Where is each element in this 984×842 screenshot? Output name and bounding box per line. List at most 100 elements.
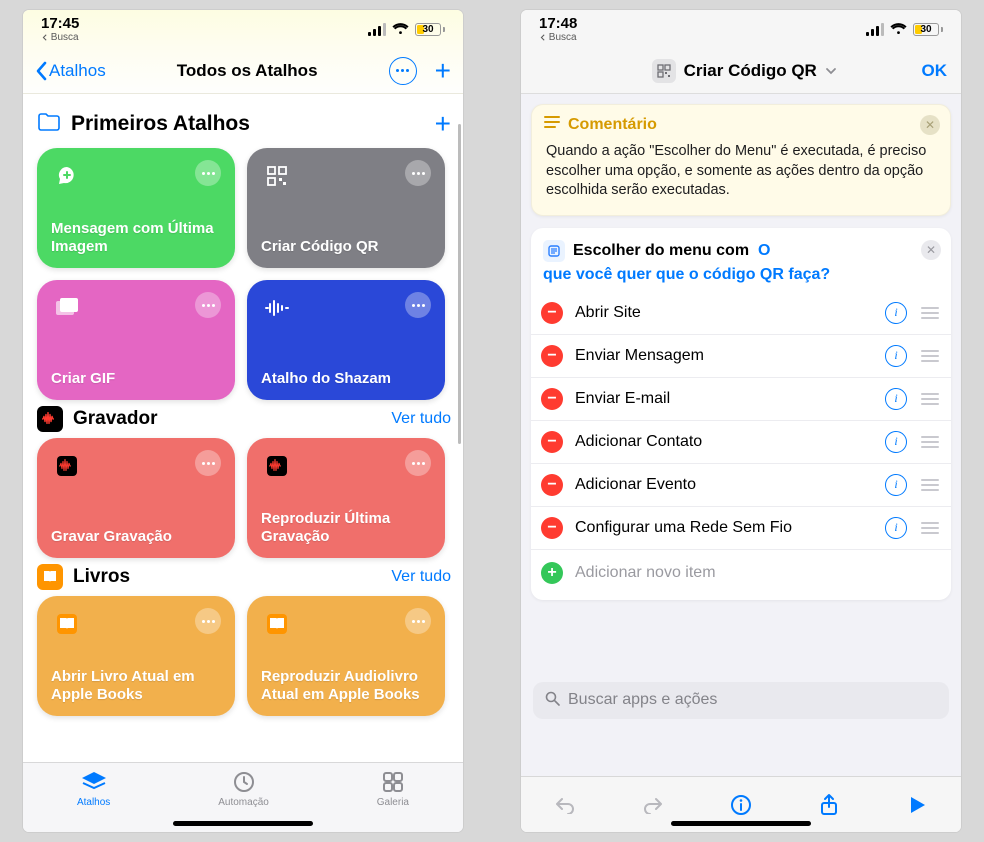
editor-title: Criar Código QR xyxy=(684,61,817,81)
run-button[interactable] xyxy=(902,790,932,820)
add-menu-item-row[interactable]: + Adicionar novo item xyxy=(531,549,951,596)
tile-more-button[interactable] xyxy=(405,292,431,318)
menu-item-row[interactable]: −Configurar uma Rede Sem Fio i xyxy=(531,506,951,549)
editor-body[interactable]: Comentário ✕ Quando a ação "Escolher do … xyxy=(521,94,961,776)
home-indicator[interactable] xyxy=(173,821,313,826)
tile-label: Reproduzir Audiolivro Atual em Apple Boo… xyxy=(261,668,431,704)
redo-button[interactable] xyxy=(638,790,668,820)
comment-lines-icon xyxy=(544,115,560,134)
tile-more-button[interactable] xyxy=(195,608,221,634)
item-info-button[interactable]: i xyxy=(885,302,907,324)
more-options-button[interactable] xyxy=(389,57,417,85)
menu-item-label[interactable]: Enviar E-mail xyxy=(575,390,873,408)
shortcut-tile[interactable]: Abrir Livro Atual em Apple Books xyxy=(37,596,235,716)
menu-item-row[interactable]: −Enviar E-mail i xyxy=(531,377,951,420)
section-header-livros: Livros Ver tudo xyxy=(37,558,455,596)
menu-item-label[interactable]: Adicionar Contato xyxy=(575,433,873,451)
menu-item-row[interactable]: −Adicionar Evento i xyxy=(531,463,951,506)
menu-item-row[interactable]: −Abrir Site i xyxy=(531,292,951,334)
item-info-button[interactable]: i xyxy=(885,345,907,367)
tile-label: Criar GIF xyxy=(51,370,221,388)
choose-from-menu-action-card[interactable]: Escolher do menu com O ✕ que você quer q… xyxy=(531,228,951,600)
tile-more-button[interactable] xyxy=(195,292,221,318)
reorder-handle-icon[interactable] xyxy=(919,522,941,534)
tile-app-icon xyxy=(261,292,293,324)
tab-automacao[interactable]: Automação xyxy=(218,769,269,808)
menu-item-label[interactable]: Adicionar Evento xyxy=(575,476,873,494)
tile-more-button[interactable] xyxy=(195,160,221,186)
menu-item-row[interactable]: −Enviar Mensagem i xyxy=(531,334,951,377)
tile-app-icon xyxy=(51,450,83,482)
tile-more-button[interactable] xyxy=(405,608,431,634)
item-info-button[interactable]: i xyxy=(885,517,907,539)
info-button[interactable] xyxy=(726,790,756,820)
scroll-indicator[interactable] xyxy=(458,124,461,444)
item-info-button[interactable]: i xyxy=(885,431,907,453)
tab-galeria[interactable]: Galeria xyxy=(377,769,409,808)
menu-prompt-variable[interactable]: O xyxy=(758,242,770,259)
undo-button[interactable] xyxy=(550,790,580,820)
editor-nav-bar: Criar Código QR OK xyxy=(521,48,961,94)
reorder-handle-icon[interactable] xyxy=(919,393,941,405)
remove-action-button[interactable]: ✕ xyxy=(921,240,941,260)
section-header-gravador: Gravador Ver tudo xyxy=(37,400,455,438)
shortcut-tile[interactable]: Reproduzir Audiolivro Atual em Apple Boo… xyxy=(247,596,445,716)
menu-item-row[interactable]: −Adicionar Contato i xyxy=(531,420,951,463)
shortcuts-scroll-area[interactable]: Primeiros Atalhos + Mensagem com Última … xyxy=(23,94,463,762)
delete-item-button[interactable]: − xyxy=(541,517,563,539)
reorder-handle-icon[interactable] xyxy=(919,307,941,319)
status-breadcrumb[interactable]: Busca xyxy=(42,32,79,43)
see-all-button[interactable]: Ver tudo xyxy=(391,568,451,586)
battery-icon: 30 xyxy=(913,23,943,36)
comment-action-card[interactable]: Comentário ✕ Quando a ação "Escolher do … xyxy=(531,104,951,216)
tile-label: Mensagem com Última Imagem xyxy=(51,220,221,256)
shortcut-name-dropdown[interactable]: Criar Código QR xyxy=(652,59,837,83)
home-indicator[interactable] xyxy=(671,821,811,826)
cell-signal-icon xyxy=(368,23,386,36)
phone-left-all-shortcuts: 17:45 Busca 30 Atalhos Tod xyxy=(23,10,463,832)
status-bar: 17:45 Busca 30 xyxy=(23,10,463,48)
menu-item-label[interactable]: Configurar uma Rede Sem Fio xyxy=(575,519,873,537)
tile-more-button[interactable] xyxy=(195,450,221,476)
item-info-button[interactable]: i xyxy=(885,388,907,410)
shortcut-tile[interactable]: Reproduzir Última Gravação xyxy=(247,438,445,558)
tile-app-icon xyxy=(51,292,83,324)
search-actions-input[interactable]: Buscar apps e ações xyxy=(533,682,949,719)
delete-item-button[interactable]: − xyxy=(541,345,563,367)
delete-item-button[interactable]: − xyxy=(541,388,563,410)
shortcut-tile[interactable]: Gravar Gravação xyxy=(37,438,235,558)
wifi-icon xyxy=(392,23,409,35)
menu-item-label[interactable]: Enviar Mensagem xyxy=(575,347,873,365)
add-item-label: Adicionar novo item xyxy=(575,564,716,582)
tab-atalhos[interactable]: Atalhos xyxy=(77,769,110,808)
delete-item-button[interactable]: − xyxy=(541,474,563,496)
shortcut-tile[interactable]: Atalho do Shazam xyxy=(247,280,445,400)
delete-item-button[interactable]: − xyxy=(541,302,563,324)
share-button[interactable] xyxy=(814,790,844,820)
shortcut-tile[interactable]: Mensagem com Última Imagem xyxy=(37,148,235,268)
remove-action-button[interactable]: ✕ xyxy=(920,115,940,135)
reorder-handle-icon[interactable] xyxy=(919,436,941,448)
search-placeholder: Buscar apps e ações xyxy=(568,691,717,709)
qr-shortcut-icon xyxy=(652,59,676,83)
shortcut-tile[interactable]: Criar Código QR xyxy=(247,148,445,268)
status-breadcrumb[interactable]: Busca xyxy=(540,32,577,43)
tile-more-button[interactable] xyxy=(405,160,431,186)
see-all-button[interactable]: Ver tudo xyxy=(391,410,451,428)
reorder-handle-icon[interactable] xyxy=(919,479,941,491)
menu-prompt-text[interactable]: que você quer que o código QR faça? xyxy=(531,266,951,292)
add-shortcut-button[interactable]: + xyxy=(435,57,451,85)
wifi-icon xyxy=(890,23,907,35)
item-info-button[interactable]: i xyxy=(885,474,907,496)
done-button[interactable]: OK xyxy=(921,61,947,81)
shortcut-tile[interactable]: Criar GIF xyxy=(37,280,235,400)
section-add-button[interactable]: + xyxy=(435,110,451,138)
menu-item-label[interactable]: Abrir Site xyxy=(575,304,873,322)
tile-app-icon xyxy=(261,450,293,482)
tile-more-button[interactable] xyxy=(405,450,431,476)
reorder-handle-icon[interactable] xyxy=(919,350,941,362)
shortcuts-stack-icon xyxy=(80,769,108,795)
comment-text[interactable]: Quando a ação "Escolher do Menu" é execu… xyxy=(532,138,950,215)
delete-item-button[interactable]: − xyxy=(541,431,563,453)
back-button[interactable]: Atalhos xyxy=(35,61,106,81)
